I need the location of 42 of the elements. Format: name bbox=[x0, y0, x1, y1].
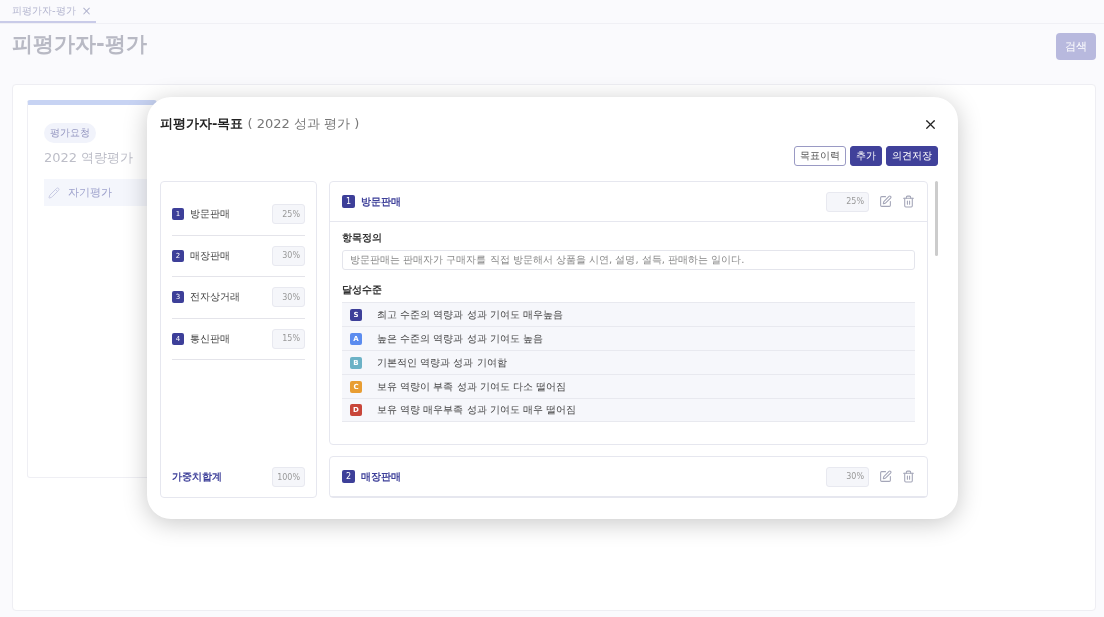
total-field[interactable]: 100% bbox=[272, 467, 305, 487]
weight-field[interactable]: 30% bbox=[272, 287, 305, 308]
status-badge: 평가요청 bbox=[44, 123, 96, 143]
level-text: 기본적인 역량과 성과 기여함 bbox=[377, 355, 507, 370]
goal-name[interactable]: 매장판매 bbox=[190, 248, 266, 263]
trash-icon[interactable] bbox=[902, 195, 915, 208]
level-text: 보유 역량 매우부족 성과 기여도 매우 떨어짐 bbox=[377, 403, 577, 417]
tab-label[interactable]: 피평가자-평가 bbox=[12, 4, 76, 18]
goal-name[interactable]: 전자상거래 bbox=[190, 290, 266, 305]
weight-field[interactable]: 25% bbox=[272, 204, 305, 225]
search-button[interactable]: 검색 bbox=[1056, 33, 1096, 60]
weight-field[interactable]: 30% bbox=[826, 466, 869, 487]
total-label: 가중치합계 bbox=[172, 470, 222, 484]
pencil-icon bbox=[48, 186, 60, 199]
goal-name[interactable]: 방문판매 bbox=[190, 207, 266, 222]
action-button[interactable]: 목표이력 bbox=[794, 146, 846, 166]
weight-field[interactable]: 30% bbox=[272, 245, 305, 266]
scrollbar[interactable] bbox=[935, 181, 938, 256]
level-text: 보유 역량이 부족 성과 기여도 다소 떨어짐 bbox=[377, 379, 567, 394]
page-title: 피평가자-평가 bbox=[12, 31, 147, 58]
section-title: 매장판매 bbox=[361, 469, 402, 484]
action-button[interactable]: 의견저장 bbox=[886, 146, 938, 166]
weight-field[interactable]: 15% bbox=[272, 328, 305, 349]
menu-label: 자기평가 bbox=[68, 185, 112, 200]
weight-field[interactable]: 25% bbox=[826, 191, 869, 212]
evaluation-title: 2022 역량평가 bbox=[44, 149, 134, 167]
page-tab[interactable]: 피평가자-평가 × bbox=[0, 4, 96, 23]
number-badge: 1 bbox=[342, 195, 355, 208]
tab-close[interactable]: × bbox=[81, 4, 92, 18]
section-title: 방문판매 bbox=[361, 194, 402, 209]
action-button[interactable]: 추가 bbox=[850, 146, 882, 166]
edit-icon[interactable] bbox=[879, 470, 892, 483]
level-text: 최고 수준의 역량과 성과 기여도 매우높음 bbox=[377, 307, 563, 322]
level-text: 높은 수준의 역량과 성과 기여도 높음 bbox=[377, 331, 543, 346]
goal-name[interactable]: 통신판매 bbox=[190, 331, 266, 346]
field-label: 달성수준 bbox=[342, 283, 383, 297]
field-label: 항목정의 bbox=[342, 231, 383, 245]
trash-icon[interactable] bbox=[902, 470, 915, 483]
number-badge: 2 bbox=[342, 470, 355, 483]
edit-icon[interactable] bbox=[879, 195, 892, 208]
definition-field[interactable]: 방문판매는 판매자가 구매자를 직접 방문해서 상품을 시연, 설명, 설득, 판매하는 일이다. bbox=[342, 250, 915, 270]
dialog-title: 피평가자-목표 ( 2022 성과 평가 ) bbox=[160, 115, 360, 133]
